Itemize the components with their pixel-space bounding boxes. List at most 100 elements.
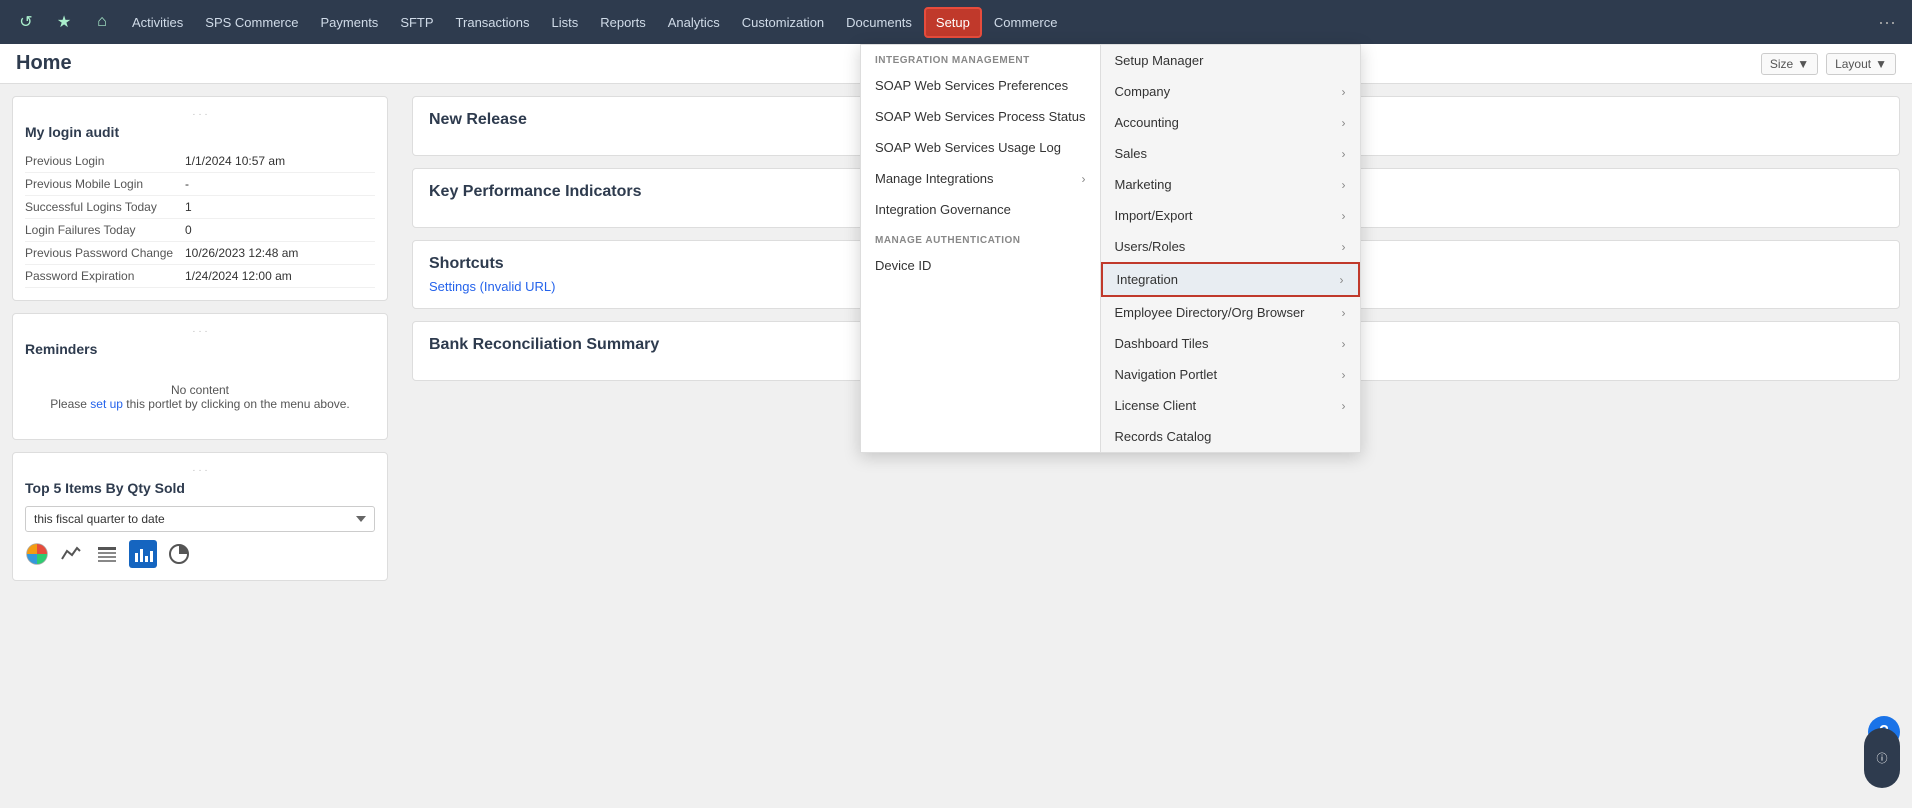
nav-lists[interactable]: Lists xyxy=(541,9,588,36)
nav-payments[interactable]: Payments xyxy=(311,9,389,36)
nav-more-icon[interactable]: ··· xyxy=(1870,8,1904,37)
dashboard-tiles-chevron-icon: › xyxy=(1342,337,1346,351)
employee-directory-chevron-icon: › xyxy=(1342,306,1346,320)
nav-transactions[interactable]: Transactions xyxy=(446,9,540,36)
device-id-item[interactable]: Device ID xyxy=(861,250,1100,281)
nav-sps-commerce[interactable]: SPS Commerce xyxy=(195,9,308,36)
audit-value-login-failures: 0 xyxy=(185,223,192,237)
audit-label-successful-logins: Successful Logins Today xyxy=(25,200,185,214)
manage-auth-header: MANAGE AUTHENTICATION xyxy=(861,225,1100,250)
soap-web-services-preferences-label: SOAP Web Services Preferences xyxy=(875,78,1068,93)
layout-button[interactable]: Layout ▼ xyxy=(1826,53,1896,75)
info-icon: ⓘ xyxy=(1877,750,1888,766)
license-client-label: License Client xyxy=(1115,398,1197,413)
nav-customization[interactable]: Customization xyxy=(732,9,834,36)
nav-activities[interactable]: Activities xyxy=(122,9,193,36)
soap-web-services-usage-log-label: SOAP Web Services Usage Log xyxy=(875,140,1061,155)
integration-label: Integration xyxy=(1117,272,1178,287)
page-title: Home xyxy=(16,52,72,75)
import-export-item[interactable]: Import/Export › xyxy=(1101,200,1360,231)
bar-chart-icon[interactable] xyxy=(129,540,157,568)
integration-management-panel: INTEGRATION MANAGEMENT SOAP Web Services… xyxy=(860,44,1101,453)
navigation-portlet-item[interactable]: Navigation Portlet › xyxy=(1101,359,1360,390)
home-icon[interactable]: ⌂ xyxy=(84,4,120,40)
setup-manager-label: Setup Manager xyxy=(1115,53,1204,68)
nav-reports[interactable]: Reports xyxy=(590,9,656,36)
top5-period-select[interactable]: this fiscal quarter to date this month t… xyxy=(25,506,375,532)
marketing-label: Marketing xyxy=(1115,177,1172,192)
employee-directory-item[interactable]: Employee Directory/Org Browser › xyxy=(1101,297,1360,328)
line-chart-icon[interactable] xyxy=(57,540,85,568)
license-client-item[interactable]: License Client › xyxy=(1101,390,1360,421)
audit-value-password-expiration: 1/24/2024 12:00 am xyxy=(185,269,292,283)
soap-web-services-preferences-item[interactable]: SOAP Web Services Preferences xyxy=(861,70,1100,101)
audit-value-password-change: 10/26/2023 12:48 am xyxy=(185,246,298,260)
dashboard-tiles-item[interactable]: Dashboard Tiles › xyxy=(1101,328,1360,359)
navigation-portlet-label: Navigation Portlet xyxy=(1115,367,1218,382)
nav-setup[interactable]: Setup xyxy=(924,7,982,38)
manage-integrations-label: Manage Integrations xyxy=(875,171,994,186)
company-label: Company xyxy=(1115,84,1171,99)
accounting-chevron-icon: › xyxy=(1342,116,1346,130)
soap-web-services-process-status-label: SOAP Web Services Process Status xyxy=(875,109,1086,124)
setup-manager-item[interactable]: Setup Manager xyxy=(1101,45,1360,76)
audit-value-previous-login: 1/1/2024 10:57 am xyxy=(185,154,285,168)
marketing-item[interactable]: Marketing › xyxy=(1101,169,1360,200)
integration-governance-item[interactable]: Integration Governance xyxy=(861,194,1100,225)
shortcuts-link[interactable]: Settings (Invalid URL) xyxy=(429,279,555,294)
audit-row-successful-logins: Successful Logins Today 1 xyxy=(25,196,375,219)
soap-web-services-usage-log-item[interactable]: SOAP Web Services Usage Log xyxy=(861,132,1100,163)
dashboard-tiles-label: Dashboard Tiles xyxy=(1115,336,1209,351)
audit-value-successful-logins: 1 xyxy=(185,200,192,214)
info-button[interactable]: ⓘ xyxy=(1864,728,1900,788)
manage-integrations-item[interactable]: Manage Integrations › xyxy=(861,163,1100,194)
size-label: Size xyxy=(1770,57,1793,71)
table-chart-icon[interactable] xyxy=(93,540,121,568)
users-roles-label: Users/Roles xyxy=(1115,239,1186,254)
sales-item[interactable]: Sales › xyxy=(1101,138,1360,169)
navigation-portlet-chevron-icon: › xyxy=(1342,368,1346,382)
audit-label-password-expiration: Password Expiration xyxy=(25,269,185,283)
pie-chart-icon[interactable] xyxy=(165,540,193,568)
audit-row-login-failures: Login Failures Today 0 xyxy=(25,219,375,242)
top5-portlet: · · · Top 5 Items By Qty Sold this fisca… xyxy=(12,452,388,581)
device-id-label: Device ID xyxy=(875,258,931,273)
integration-management-header: INTEGRATION MANAGEMENT xyxy=(861,45,1100,70)
reminders-title: Reminders xyxy=(25,341,375,357)
setup-dropdown: INTEGRATION MANAGEMENT SOAP Web Services… xyxy=(860,44,1361,453)
reminders-drag-handle[interactable]: · · · xyxy=(25,326,375,337)
nav-commerce[interactable]: Commerce xyxy=(984,9,1068,36)
company-item[interactable]: Company › xyxy=(1101,76,1360,107)
audit-row-password-expiration: Password Expiration 1/24/2024 12:00 am xyxy=(25,265,375,288)
top5-title: Top 5 Items By Qty Sold xyxy=(25,480,375,496)
audit-label-mobile-login: Previous Mobile Login xyxy=(25,177,185,191)
colorwheel-icon xyxy=(25,542,49,566)
top5-drag-handle[interactable]: · · · xyxy=(25,465,375,476)
integration-item[interactable]: Integration › xyxy=(1101,262,1360,297)
refresh-icon[interactable]: ↺ xyxy=(8,4,44,40)
nav-analytics[interactable]: Analytics xyxy=(658,9,730,36)
nav-sftp[interactable]: SFTP xyxy=(390,9,443,36)
accounting-item[interactable]: Accounting › xyxy=(1101,107,1360,138)
size-button[interactable]: Size ▼ xyxy=(1761,53,1818,75)
reminders-content: No content Please set up this portlet by… xyxy=(25,367,375,427)
users-roles-chevron-icon: › xyxy=(1342,240,1346,254)
reminders-no-content: No content xyxy=(25,383,375,397)
users-roles-item[interactable]: Users/Roles › xyxy=(1101,231,1360,262)
accounting-label: Accounting xyxy=(1115,115,1179,130)
records-catalog-item[interactable]: Records Catalog xyxy=(1101,421,1360,452)
nav-documents[interactable]: Documents xyxy=(836,9,922,36)
top-navigation: ↺ ★ ⌂ Activities SPS Commerce Payments S… xyxy=(0,0,1912,44)
employee-directory-label: Employee Directory/Org Browser xyxy=(1115,305,1305,320)
drag-handle[interactable]: · · · xyxy=(25,109,375,120)
integration-governance-label: Integration Governance xyxy=(875,202,1011,217)
layout-chevron-icon: ▼ xyxy=(1875,57,1887,71)
sales-chevron-icon: › xyxy=(1342,147,1346,161)
chart-type-icons xyxy=(25,540,375,568)
size-chevron-icon: ▼ xyxy=(1797,57,1809,71)
favorites-icon[interactable]: ★ xyxy=(46,4,82,40)
soap-web-services-process-status-item[interactable]: SOAP Web Services Process Status xyxy=(861,101,1100,132)
reminders-setup-link[interactable]: set up xyxy=(90,397,123,411)
audit-value-mobile-login: - xyxy=(185,177,189,191)
audit-label-previous-login: Previous Login xyxy=(25,154,185,168)
